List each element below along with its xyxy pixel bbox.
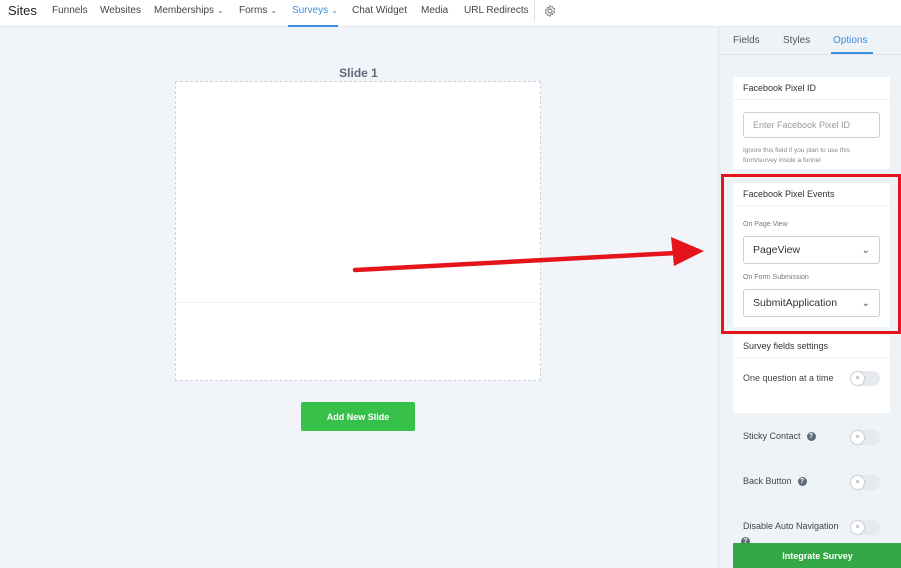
arrow-icon bbox=[352, 237, 704, 273]
